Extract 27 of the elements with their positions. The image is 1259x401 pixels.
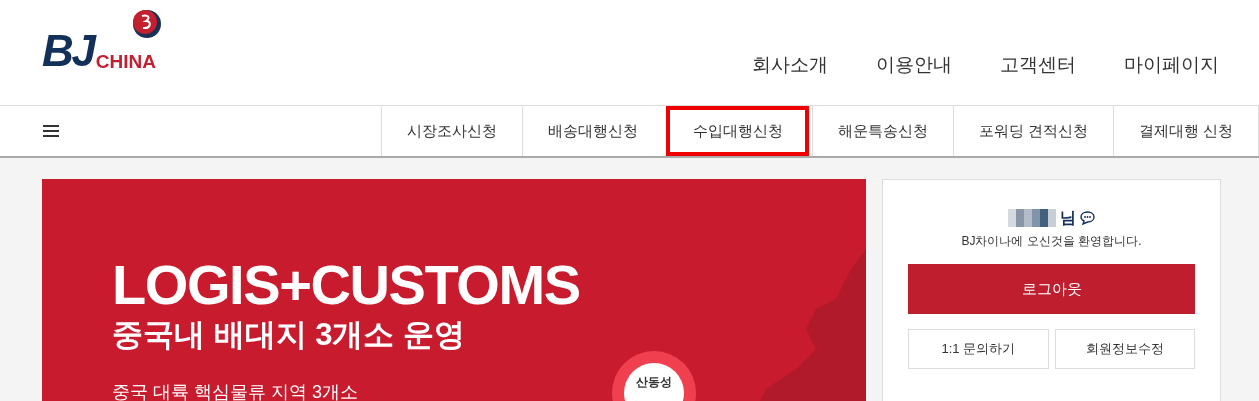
account-button[interactable]: 1:1 문의하기 bbox=[908, 329, 1049, 369]
nav-tab[interactable]: 배송대행신청 bbox=[521, 106, 663, 156]
nav-tab[interactable]: 해운특송신청 bbox=[811, 106, 953, 156]
top-menu-link[interactable]: 회사소개 bbox=[752, 50, 828, 79]
logo-sub-text: CHINA bbox=[95, 52, 157, 71]
logout-button[interactable]: 로그아웃 bbox=[908, 264, 1195, 314]
banner-subtitle: 중국내 배대지 3개소 운영 bbox=[112, 316, 466, 354]
logo-emblem-icon bbox=[132, 9, 163, 39]
nav-tab[interactable]: 포워딩 견적신청 bbox=[952, 106, 1113, 156]
welcome-text: BJ차이나에 오신것을 환영합니다. bbox=[961, 233, 1142, 250]
logo[interactable]: BJCHINA bbox=[42, 9, 157, 73]
account-button[interactable]: 회원정보수정 bbox=[1054, 329, 1195, 369]
banner[interactable]: LOGIS+CUSTOMS 중국내 배대지 3개소 운영 중국 대륙 핵심물류 지역 3개소 산동성 bbox=[42, 179, 866, 401]
nav-tab[interactable]: 수입대행신청 bbox=[665, 106, 809, 156]
chat-bubble-icon[interactable] bbox=[1080, 211, 1095, 225]
top-menu-link[interactable]: 이용안내 bbox=[876, 50, 952, 79]
banner-text: 중국 대륙 핵심물류 지역 3개소 bbox=[112, 381, 358, 401]
menu-icon[interactable] bbox=[43, 125, 59, 137]
name-suffix: 님 bbox=[1060, 208, 1076, 228]
nav-tab[interactable]: 결제대행 신청 bbox=[1112, 106, 1258, 156]
blurred-name bbox=[1008, 209, 1056, 227]
nav-tab[interactable]: 시장조사신청 bbox=[380, 106, 522, 156]
top-menu-link[interactable]: 고객센터 bbox=[1000, 50, 1076, 79]
banner-title: LOGIS+CUSTOMS bbox=[112, 255, 580, 315]
badge-label: 산동성 bbox=[624, 363, 684, 401]
logo-main-text: BJ bbox=[42, 29, 94, 73]
top-menu-link[interactable]: 마이페이지 bbox=[1124, 50, 1219, 79]
